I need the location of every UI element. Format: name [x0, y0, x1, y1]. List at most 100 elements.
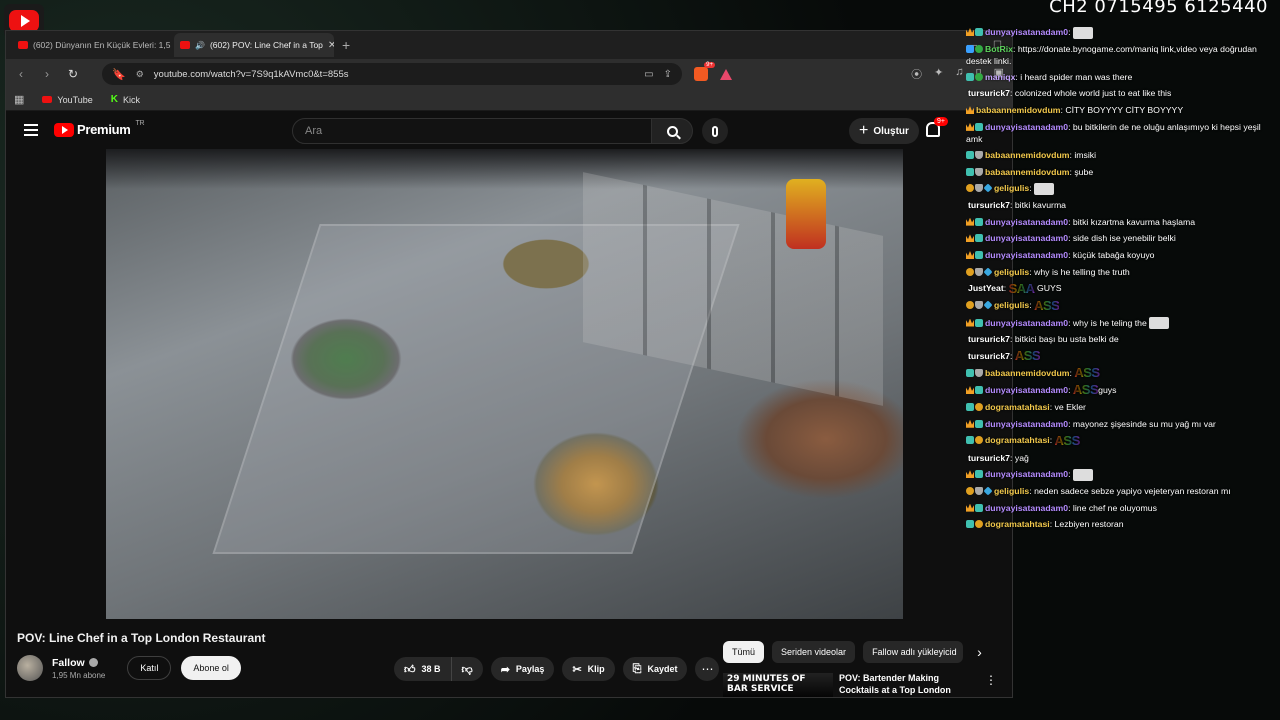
tab-line-chef[interactable]: 🔊 (602) POV: Line Chef in a Top ✕: [174, 33, 334, 57]
chat-text: imsiki: [1074, 149, 1097, 160]
search-button[interactable]: [651, 118, 693, 144]
chat-text: Lezbiyen restoran: [1054, 519, 1124, 530]
chat-username[interactable]: dunyayisatanadam0: [985, 122, 1068, 132]
chat-text: line chef ne oluyomus: [1072, 502, 1157, 513]
site-info-icon[interactable]: ⚙: [136, 69, 144, 80]
chat-message: geligulis: ASS: [966, 297, 1270, 314]
voice-search-button[interactable]: [702, 118, 728, 144]
chevron-right-icon[interactable]: ›: [977, 644, 982, 660]
chat-username[interactable]: tursurick7: [968, 453, 1010, 463]
url-field[interactable]: 🔖 ⚙ youtube.com/watch?v=7S9q1kAVmc0&t=85…: [102, 63, 682, 85]
address-bar-row: ‹ › ↻ 🔖 ⚙ youtube.com/watch?v=7S9q1kAVmc…: [6, 59, 1012, 89]
related-filter-chips: Tümü Seriden videolar Fallow adlı yükley…: [723, 641, 982, 663]
youtube-logo[interactable]: Premium TR: [54, 120, 145, 137]
chip-series[interactable]: Seriden videolar: [772, 641, 856, 663]
chat-username[interactable]: dunyayisatanadam0: [985, 217, 1068, 227]
dislike-button[interactable]: 👎︎: [451, 657, 483, 681]
sub-badge-icon: [975, 386, 983, 395]
chat-emote-image: [1149, 317, 1170, 330]
kebab-menu-icon[interactable]: ⋮: [985, 673, 997, 697]
chat-username[interactable]: dunyayisatanadam0: [985, 469, 1068, 479]
reload-button[interactable]: ↻: [66, 67, 80, 81]
search-input[interactable]: Ara: [292, 118, 652, 144]
share-button[interactable]: ➦ Paylaş: [490, 657, 555, 681]
chat-username[interactable]: geligulis: [994, 267, 1029, 277]
apps-icon[interactable]: ▦: [14, 93, 24, 106]
extensions-icon[interactable]: ✦: [934, 66, 943, 82]
chat-username[interactable]: geligulis: [994, 300, 1029, 310]
kick-favicon-icon: K: [110, 94, 119, 105]
chat-username[interactable]: dogramatahtasi: [985, 519, 1050, 529]
chat-message: tursurick7: bitki kavurma: [968, 199, 1067, 210]
chip-uploader[interactable]: Fallow adlı yükleyicid: [863, 641, 964, 663]
chat-username[interactable]: dunyayisatanadam0: [985, 318, 1068, 328]
chat-username[interactable]: BotRix: [985, 44, 1013, 54]
bookmark-icon[interactable]: 🔖: [112, 68, 126, 81]
share-icon[interactable]: ⇪: [664, 69, 672, 80]
create-button[interactable]: + Oluştur: [849, 118, 919, 144]
shield-badge-icon: [975, 167, 983, 176]
chat-username[interactable]: dogramatahtasi: [985, 435, 1050, 445]
chat-username[interactable]: dunyayisatanadam0: [985, 419, 1068, 429]
chat-username[interactable]: maniqx: [985, 72, 1015, 82]
like-button[interactable]: 👍︎ 38 B: [394, 657, 452, 681]
chat-emote-image: [1072, 26, 1093, 39]
join-button[interactable]: Katıl: [127, 656, 172, 680]
chat-badges: [966, 217, 983, 226]
brave-rewards-icon[interactable]: [720, 68, 732, 80]
brave-shields-icon[interactable]: [694, 62, 715, 81]
tab-tiny-houses[interactable]: (602) Dünyanın En Küçük Evleri: 1,5 m: [12, 33, 172, 57]
chat-username[interactable]: JustYeat: [968, 283, 1004, 293]
chat-username[interactable]: babaannemidovdum: [985, 167, 1069, 177]
chat-message: dunyayisatanadam0: küçük tabağa koyuyo: [966, 247, 1270, 264]
like-count: 38 B: [421, 664, 441, 674]
chat-username[interactable]: dunyayisatanadam0: [985, 233, 1068, 243]
chat-username[interactable]: tursurick7: [968, 351, 1010, 361]
chat-message: tursurick7: bitkici başı bu usta belki d…: [968, 334, 1119, 345]
media-icon[interactable]: ♫: [955, 66, 963, 82]
chat-badges: [966, 503, 983, 512]
chat-username[interactable]: dogramatahtasi: [985, 402, 1050, 412]
new-tab-button[interactable]: +: [336, 37, 356, 53]
rec-thumbnail[interactable]: 29 MINUTES OF BAR SERVICE: [723, 673, 833, 697]
close-tab-icon[interactable]: ✕: [328, 40, 334, 51]
back-button[interactable]: ‹: [14, 67, 28, 81]
chat-username[interactable]: dunyayisatanadam0: [985, 385, 1068, 395]
chat-username[interactable]: babaannemidovdum: [985, 150, 1069, 160]
cast-icon[interactable]: ▭: [644, 69, 653, 80]
chat-text: neden sadece sebze yapiyo vejeteryan res…: [1034, 485, 1231, 496]
save-button[interactable]: ⎘ Kaydet: [622, 657, 688, 681]
chat-username[interactable]: tursurick7: [968, 200, 1010, 210]
bookmark-kick[interactable]: K Kick: [111, 94, 140, 105]
recommended-video[interactable]: 29 MINUTES OF BAR SERVICE POV: Bartender…: [723, 673, 997, 697]
chat-text: why is he teling the: [1072, 317, 1147, 328]
more-actions-button[interactable]: ⋯: [695, 657, 720, 681]
chat-username[interactable]: dunyayisatanadam0: [985, 250, 1068, 260]
chat-username[interactable]: dunyayisatanadam0: [985, 503, 1068, 513]
rec-title[interactable]: POV: Bartender Making Cocktails at a Top…: [839, 673, 959, 697]
bookmark-youtube[interactable]: YouTube: [42, 95, 93, 105]
chat-message: dogramatahtasi: ve Ekler: [966, 399, 1270, 416]
crown-badge-icon: [966, 386, 974, 395]
subscribe-button[interactable]: Abone ol: [181, 656, 241, 680]
chat-username[interactable]: babaannemidovdum: [985, 368, 1069, 378]
chat-username[interactable]: geligulis: [994, 183, 1029, 193]
chat-message: geligulis:: [966, 180, 1270, 197]
chat-username[interactable]: babaannemidovdum: [976, 105, 1060, 115]
forward-button[interactable]: ›: [40, 67, 54, 81]
playlist-add-icon: ⎘: [632, 662, 642, 675]
chat-username[interactable]: tursurick7: [968, 88, 1010, 98]
scissors-icon: ✂: [572, 663, 582, 676]
clip-button[interactable]: ✂ Klip: [562, 657, 615, 681]
menu-icon[interactable]: [24, 124, 38, 136]
channel-name-row[interactable]: Fallow: [52, 657, 105, 669]
chat-username[interactable]: geligulis: [994, 486, 1029, 496]
video-player[interactable]: [106, 149, 903, 619]
chip-all[interactable]: Tümü: [723, 641, 765, 663]
chat-username[interactable]: tursurick7: [968, 334, 1010, 344]
chat-username[interactable]: dunyayisatanadam0: [985, 27, 1068, 37]
channel-avatar[interactable]: [17, 655, 43, 681]
translate-icon[interactable]: ⦿: [911, 66, 922, 82]
chat-message: dunyayisatanadam0: mayonez şişesinde su …: [966, 416, 1270, 433]
sub-badge-icon: [966, 72, 974, 81]
